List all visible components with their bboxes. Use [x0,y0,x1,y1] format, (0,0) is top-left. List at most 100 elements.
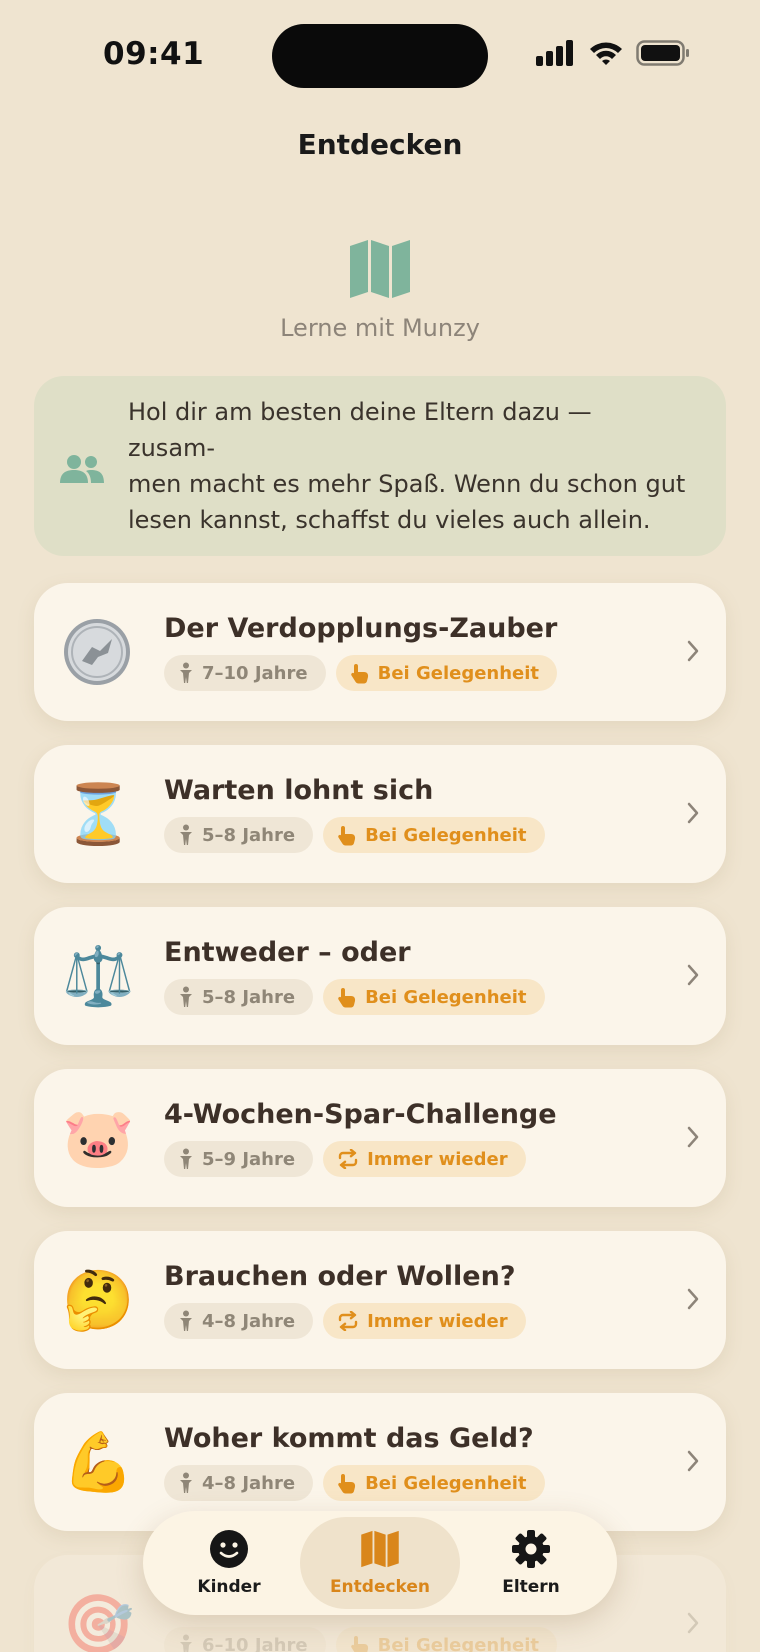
person-icon [180,1148,192,1169]
page-title: Entdecken [297,128,463,161]
age-label: 4–8 Jahre [202,1310,296,1332]
activity-emoji: 🎯 [62,1590,135,1652]
activity-title: Woher kommt das Geld? [164,1423,534,1454]
info-line: lesen kannst, schaffst du vieles auch al… [128,506,651,534]
activity-row[interactable]: 🐷 4-Wochen-Spar-Challenge 5–9 Jahre Imme… [34,1069,726,1207]
tab-eltern[interactable]: Eltern [451,1517,611,1609]
age-label: 6–10 Jahre [202,1634,308,1652]
repeat-icon [338,1149,358,1169]
age-chip: 5–8 Jahre [164,979,314,1015]
tab-label: Entdecken [329,1577,431,1597]
map-icon [350,240,410,298]
frequency-chip: Bei Gelegenheit [323,1465,545,1501]
activity-list: Der Verdopplungs-Zauber 7–10 Jahre Bei G… [34,583,726,1652]
activity-title: Warten lohnt sich [164,775,434,806]
tab-label: Kinder [197,1577,261,1597]
activity-emoji: 🤔 [62,1266,135,1334]
age-chip: 7–10 Jahre [164,655,326,691]
person-icon [180,1310,192,1331]
battery-icon [636,40,689,66]
hand-tap-icon [350,664,368,684]
frequency-label: Bei Gelegenheit [365,824,527,846]
chevron-right-icon [687,640,699,662]
activity-emoji [62,617,132,687]
frequency-label: Bei Gelegenheit [377,1634,540,1652]
frequency-chip: Bei Gelegenheit [335,1627,558,1652]
age-label: 5–9 Jahre [202,1148,296,1170]
wifi-icon [590,42,622,65]
status-icons [536,40,690,66]
frequency-chip: Bei Gelegenheit [335,655,558,691]
activity-chips: 4–8 Jahre Immer wieder [164,1303,526,1339]
hand-tap-icon [338,988,356,1008]
people-icon [60,455,104,483]
info-line: men macht es mehr Spaß. Wenn du schon gu… [128,470,686,498]
person-icon [180,1634,192,1652]
activity-row[interactable]: 🤔 Brauchen oder Wollen? 4–8 Jahre Immer … [34,1231,726,1369]
hero-label: Lerne mit Munzy [280,314,480,342]
age-chip: 4–8 Jahre [164,1465,314,1501]
chevron-right-icon [687,1126,699,1148]
smiley-icon [210,1530,248,1568]
activity-title: Entweder – oder [164,937,411,968]
age-chip: 6–10 Jahre [164,1627,326,1652]
tab-label: Eltern [502,1577,560,1597]
activity-emoji: 💪 [62,1428,135,1496]
tab-bar: Kinder Entdecken Eltern [143,1511,617,1615]
chevron-right-icon [687,1288,699,1310]
person-icon [180,662,192,683]
activity-chips: 5–9 Jahre Immer wieder [164,1141,526,1177]
frequency-chip: Bei Gelegenheit [323,817,545,853]
activity-chips: 7–10 Jahre Bei Gelegenheit [164,655,558,691]
activity-chips: 6–10 Jahre Bei Gelegenheit [164,1627,558,1652]
chevron-right-icon [687,964,699,986]
activity-emoji: 🐷 [62,1104,135,1172]
age-label: 5–8 Jahre [202,824,296,846]
chevron-right-icon [687,1612,699,1634]
frequency-label: Immer wieder [367,1148,508,1170]
coin-icon [64,619,130,685]
age-label: 5–8 Jahre [202,986,296,1008]
frequency-chip: Immer wieder [323,1303,526,1339]
activity-row[interactable]: ⚖️ Entweder – oder 5–8 Jahre Bei Gelegen… [34,907,726,1045]
info-text: Hol dir am besten deine Eltern dazu — zu… [128,394,686,538]
age-chip: 5–8 Jahre [164,817,314,853]
frequency-label: Bei Gelegenheit [365,986,527,1008]
age-chip: 5–9 Jahre [164,1141,314,1177]
activity-title: 4-Wochen-Spar-Challenge [164,1099,557,1130]
info-line: Hol dir am besten deine Eltern dazu — zu… [128,398,592,462]
frequency-chip: Immer wieder [323,1141,526,1177]
hand-tap-icon [338,1474,356,1494]
activity-row[interactable]: Der Verdopplungs-Zauber 7–10 Jahre Bei G… [34,583,726,721]
map-icon [361,1530,399,1568]
person-icon [180,824,192,845]
tab-entdecken[interactable]: Entdecken [300,1517,460,1609]
chevron-right-icon [687,802,699,824]
chevron-right-icon [687,1450,699,1472]
activity-title: Brauchen oder Wollen? [164,1261,516,1292]
activity-row[interactable]: ⏳ Warten lohnt sich 5–8 Jahre Bei Gelege… [34,745,726,883]
gear-icon [512,1530,550,1568]
status-time: 09:41 [103,36,205,72]
signal-icon [536,40,573,66]
frequency-label: Immer wieder [367,1310,508,1332]
activity-title: Der Verdopplungs-Zauber [164,613,558,644]
hand-tap-icon [338,826,356,846]
repeat-icon [338,1311,358,1331]
activity-chips: 5–8 Jahre Bei Gelegenheit [164,817,545,853]
frequency-chip: Bei Gelegenheit [323,979,545,1015]
activity-emoji: ⏳ [62,780,135,848]
dynamic-island [272,24,488,88]
info-card: Hol dir am besten deine Eltern dazu — zu… [34,376,726,556]
hand-tap-icon [350,1636,368,1652]
frequency-label: Bei Gelegenheit [377,662,540,684]
age-chip: 4–8 Jahre [164,1303,314,1339]
screen: 09:41 Entdecken Lerne mit Munzy Hol dir … [0,0,760,1652]
activity-chips: 5–8 Jahre Bei Gelegenheit [164,979,545,1015]
person-icon [180,986,192,1007]
tab-kinder[interactable]: Kinder [149,1517,309,1609]
activity-emoji: ⚖️ [62,942,135,1010]
age-label: 7–10 Jahre [202,662,308,684]
activity-chips: 4–8 Jahre Bei Gelegenheit [164,1465,545,1501]
person-icon [180,1472,192,1493]
